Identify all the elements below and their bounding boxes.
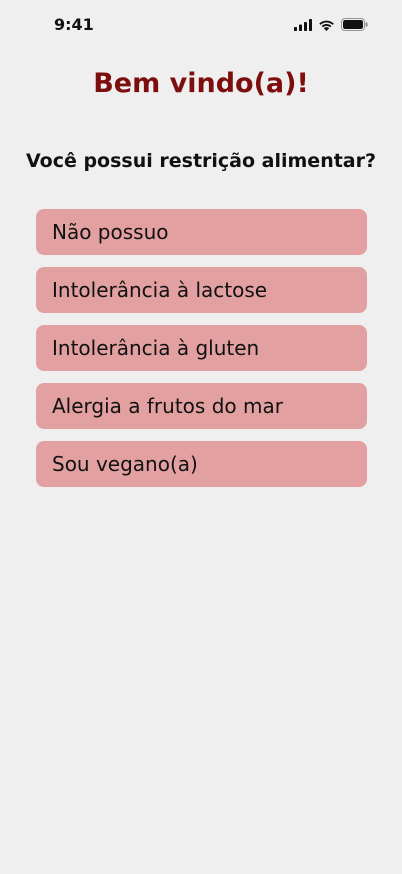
welcome-title: Bem vindo(a)! — [93, 68, 309, 99]
option-no-restriction-button[interactable]: Não possuo — [36, 209, 367, 255]
option-vegan-button[interactable]: Sou vegano(a) — [36, 441, 367, 487]
status-icons — [294, 18, 368, 31]
status-time: 9:41 — [54, 15, 94, 34]
signal-icon — [294, 18, 312, 31]
dietary-restriction-question: Você possui restrição alimentar? — [25, 150, 377, 172]
option-lactose-intolerance-button[interactable]: Intolerância à lactose — [36, 267, 367, 313]
battery-icon — [341, 18, 368, 31]
restriction-options-list: Não possuo Intolerância à lactose Intole… — [36, 209, 367, 487]
option-seafood-allergy-button[interactable]: Alergia a frutos do mar — [36, 383, 367, 429]
wifi-icon — [318, 19, 335, 31]
status-bar: 9:41 — [0, 0, 402, 52]
option-gluten-intolerance-button[interactable]: Intolerância à gluten — [36, 325, 367, 371]
